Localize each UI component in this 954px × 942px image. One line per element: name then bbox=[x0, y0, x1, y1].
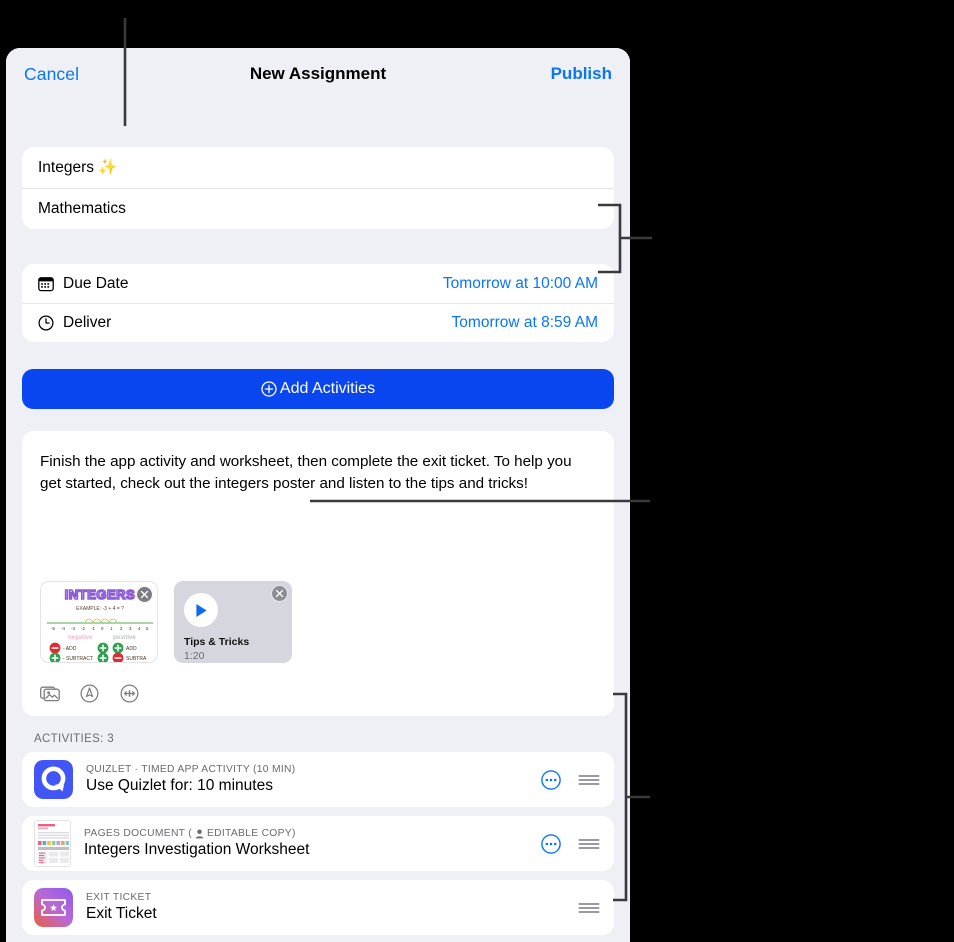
deliver-value[interactable]: Tomorrow at 8:59 AM bbox=[452, 314, 598, 332]
activity-kicker-suffix: EDITABLE COPY) bbox=[206, 828, 296, 839]
markup-pen-icon[interactable] bbox=[80, 684, 101, 703]
video-title: Tips & Tricks bbox=[184, 636, 250, 648]
drag-handle-icon[interactable] bbox=[578, 901, 600, 915]
activity-kicker: EXIT TICKET bbox=[86, 892, 578, 903]
svg-text:EXAMPLE: -3 + 4 = ?: EXAMPLE: -3 + 4 = ? bbox=[76, 606, 124, 612]
activity-kicker-prefix: PAGES DOCUMENT ( bbox=[84, 828, 192, 839]
person-icon bbox=[195, 829, 204, 839]
publish-button[interactable]: Publish bbox=[551, 64, 612, 84]
play-icon[interactable] bbox=[184, 593, 218, 627]
deliver-row[interactable]: Deliver Tomorrow at 8:59 AM bbox=[22, 303, 614, 342]
more-options-icon[interactable] bbox=[541, 833, 561, 854]
svg-text:-3: -3 bbox=[71, 626, 75, 631]
plus-circle-icon bbox=[261, 381, 277, 397]
activity-kicker: PAGES DOCUMENT ( EDITABLE COPY) bbox=[84, 828, 541, 839]
assignment-subject-field[interactable]: Mathematics bbox=[22, 188, 614, 229]
activities-header: ACTIVITIES: 3 bbox=[34, 733, 114, 745]
assignment-details-card: Integers ✨ Mathematics bbox=[22, 147, 614, 229]
calendar-icon bbox=[38, 276, 54, 292]
attachment-strip: INTEGERS EXAMPLE: -3 + 4 = ? -5 -4 -3 -2 -1 bbox=[40, 581, 292, 663]
instructions-card: Finish the app activity and worksheet, t… bbox=[22, 431, 614, 716]
svg-text:SUBTRA: SUBTRA bbox=[126, 656, 147, 662]
svg-text:negative: negative bbox=[68, 635, 93, 641]
audio-recording-icon[interactable] bbox=[120, 684, 141, 703]
exit-ticket-icon bbox=[34, 888, 73, 927]
svg-text:INTEGERS: INTEGERS bbox=[65, 587, 135, 602]
screenshot-root: Cancel New Assignment Publish Integers ✨… bbox=[0, 0, 954, 942]
attachment-integers-poster[interactable]: INTEGERS EXAMPLE: -3 + 4 = ? -5 -4 -3 -2 -1 bbox=[40, 581, 158, 663]
page-title: New Assignment bbox=[249, 64, 387, 83]
svg-text:-1: -1 bbox=[91, 626, 95, 631]
drag-handle-icon[interactable] bbox=[578, 773, 600, 787]
assignment-title-value: Integers ✨ bbox=[38, 159, 118, 176]
activity-title: Exit Ticket bbox=[86, 905, 157, 922]
pages-document-thumbnail bbox=[34, 820, 71, 867]
more-options-icon[interactable] bbox=[541, 769, 561, 790]
attachment-tips-and-tricks-video[interactable]: Tips & Tricks 1:20 bbox=[174, 581, 292, 663]
add-activities-button[interactable]: Add Activities bbox=[22, 369, 614, 409]
media-toolbar bbox=[40, 684, 141, 703]
add-activities-label: Add Activities bbox=[279, 380, 376, 397]
due-date-label: Due Date bbox=[63, 274, 129, 292]
cancel-button[interactable]: Cancel bbox=[24, 64, 79, 85]
sheet-navbar: Cancel New Assignment Publish bbox=[6, 48, 630, 100]
due-date-value[interactable]: Tomorrow at 10:00 AM bbox=[443, 275, 598, 293]
remove-attachment-icon[interactable] bbox=[270, 584, 289, 603]
svg-text:- ADD: - ADD bbox=[63, 646, 77, 652]
svg-text:ADD: ADD bbox=[126, 646, 137, 652]
remove-attachment-icon[interactable] bbox=[135, 585, 154, 604]
quizlet-app-icon bbox=[34, 760, 73, 799]
assignment-subject-value: Mathematics bbox=[38, 200, 126, 217]
drag-handle-icon[interactable] bbox=[578, 837, 600, 851]
due-date-row[interactable]: Due Date Tomorrow at 10:00 AM bbox=[22, 264, 614, 303]
photos-icon[interactable] bbox=[40, 684, 61, 703]
new-assignment-sheet: Cancel New Assignment Publish Integers ✨… bbox=[6, 48, 630, 942]
activity-kicker: QUIZLET · TIMED APP ACTIVITY (10 MIN) bbox=[86, 764, 541, 775]
activity-kicker-text: QUIZLET · TIMED APP ACTIVITY (10 MIN) bbox=[86, 764, 296, 775]
activity-row-exit-ticket[interactable]: EXIT TICKET Exit Ticket bbox=[22, 880, 614, 935]
activity-row-quizlet[interactable]: QUIZLET · TIMED APP ACTIVITY (10 MIN) Us… bbox=[22, 752, 614, 807]
deliver-label: Deliver bbox=[63, 314, 112, 331]
activity-title: Use Quizlet for: 10 minutes bbox=[86, 777, 273, 794]
svg-text:- SUBTRACT: - SUBTRACT bbox=[63, 656, 93, 662]
svg-text:-2: -2 bbox=[81, 626, 85, 631]
svg-text:-5: -5 bbox=[51, 626, 55, 631]
video-duration: 1:20 bbox=[184, 650, 205, 662]
instructions-text[interactable]: Finish the app activity and worksheet, t… bbox=[40, 451, 596, 494]
assignment-title-field[interactable]: Integers ✨ bbox=[22, 147, 614, 188]
clock-icon bbox=[38, 315, 54, 331]
activity-kicker-text: EXIT TICKET bbox=[86, 892, 152, 903]
activity-row-worksheet[interactable]: PAGES DOCUMENT ( EDITABLE COPY) Integers… bbox=[22, 816, 614, 871]
svg-text:positive: positive bbox=[113, 635, 136, 641]
activity-title: Integers Investigation Worksheet bbox=[84, 841, 310, 858]
svg-text:-4: -4 bbox=[61, 626, 65, 631]
schedule-card: Due Date Tomorrow at 10:00 AM Deliver To… bbox=[22, 264, 614, 342]
